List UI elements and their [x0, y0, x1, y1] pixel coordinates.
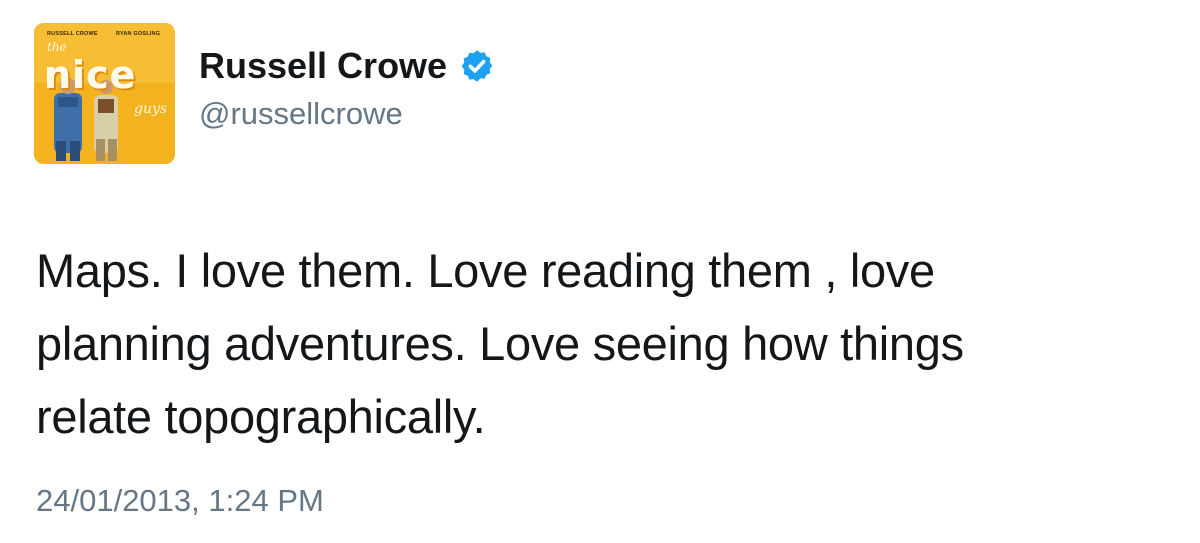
avatar-title-guys: guys	[134, 101, 168, 117]
tweet-text: Maps. I love them. Love reading them , l…	[36, 234, 1186, 453]
tweet-card: RUSSELL CROWE RYAN GOSLING the nice guys…	[0, 0, 1200, 543]
avatar-credit-left: RUSSELL CROWE	[47, 31, 98, 37]
display-name[interactable]: Russell Crowe	[199, 48, 447, 84]
avatar-credit-right: RYAN GOSLING	[116, 31, 161, 37]
verified-badge-icon	[461, 50, 493, 82]
avatar[interactable]: RUSSELL CROWE RYAN GOSLING the nice guys	[34, 23, 175, 164]
name-row: Russell Crowe	[199, 48, 495, 84]
tweet-text-line: Maps. I love them. Love reading them , l…	[36, 244, 935, 297]
tweet-text-line: relate topographically.	[36, 390, 486, 443]
tweet-timestamp[interactable]: 24/01/2013, 1:24 PM	[36, 485, 324, 516]
user-handle[interactable]: @russellcrowe	[199, 98, 403, 129]
tweet-text-line: planning adventures. Love seeing how thi…	[36, 317, 964, 370]
avatar-title-main: nice	[44, 53, 137, 97]
avatar-title-the: the	[47, 40, 67, 54]
